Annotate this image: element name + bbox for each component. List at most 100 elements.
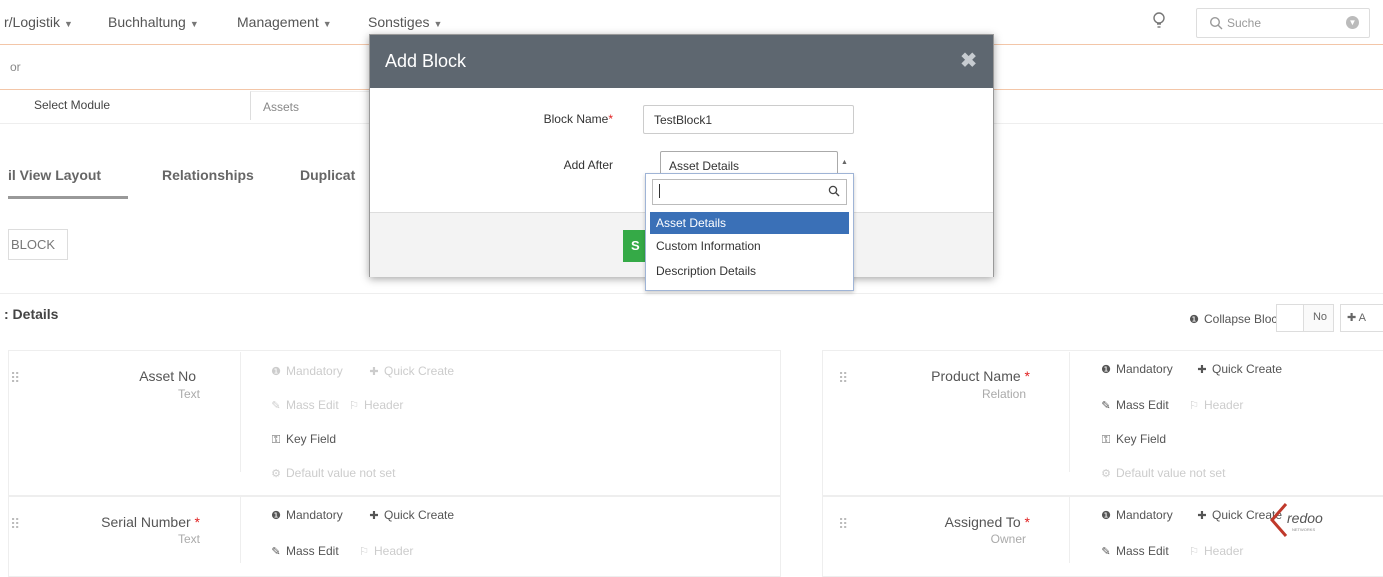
field-type: Text [177,532,200,546]
block-title: : Details [4,306,59,322]
flag-icon: ⚐ [1189,546,1199,558]
close-icon[interactable]: ✖ [960,48,977,73]
dropdown-option-custom-information[interactable]: Custom Information [650,235,849,257]
global-search[interactable]: Suche ▼ [1196,8,1370,38]
edit-icon: ✎ [1101,400,1111,412]
nav-menu-buchhaltung[interactable]: Buchhaltung ▼ [108,14,199,30]
module-select-value: Assets [263,100,300,114]
chevron-down-icon[interactable]: ▼ [1346,16,1359,29]
caret-down-icon: ▼ [433,19,443,29]
divider [240,497,241,563]
header-toggle[interactable]: ⚐ Header [1188,544,1243,558]
info-icon: ❶ [1101,510,1111,522]
divider [1069,352,1070,472]
search-placeholder: Suche [1227,16,1262,30]
header-toggle[interactable]: ⚐ Header [358,544,413,558]
nav-menu-logistik[interactable]: r/Logistik ▼ [4,14,73,30]
caret-down-icon: ▼ [189,19,199,29]
default-value-status[interactable]: ⚙ Default value not set [1100,466,1225,480]
add-block-button[interactable]: BLOCK [8,229,68,260]
flag-icon: ⚐ [1189,400,1199,412]
active-tab-indicator [8,196,128,199]
nav-menu-label: r/Logistik [4,14,61,30]
modal-header: Add Block ✖ [370,35,993,88]
plus-icon: ✚ [369,510,379,522]
caret-up-icon[interactable]: ▲ [841,159,848,166]
settings-icon: ⚙ [1101,468,1111,480]
logo-text: redoo [1287,510,1323,526]
add-field-label: ✚ A [1347,312,1367,324]
logo-subtext: NETWORKS [1292,527,1315,532]
edit-icon: ✎ [1101,546,1111,558]
mass-edit-toggle[interactable]: ✎ Mass Edit [270,544,338,558]
nav-menu-label: Sonstiges [368,14,430,30]
edit-icon: ✎ [271,400,281,412]
lightbulb-icon[interactable] [1152,11,1166,31]
search-icon [828,185,840,197]
flag-icon: ⚐ [349,400,359,412]
drag-handle-icon[interactable]: ⠿ [10,516,20,533]
nav-menu-sonstiges[interactable]: Sonstiges ▼ [368,14,442,30]
quick-create-toggle[interactable]: ✚ Quick Create [1196,362,1282,376]
mandatory-toggle[interactable]: ❶ Mandatory [1100,508,1173,522]
mandatory-toggle[interactable]: ❶ Mandatory [270,508,343,522]
divider [1069,497,1070,563]
default-value-status[interactable]: ⚙ Default value not set [270,466,395,480]
collapse-block-toggle[interactable]: No [1276,304,1334,332]
header-toggle[interactable]: ⚐ Header [1188,398,1243,412]
divider [0,293,1383,294]
breadcrumb: or [10,60,21,74]
info-icon: ❶ [271,510,281,522]
drag-handle-icon[interactable]: ⠿ [10,370,20,387]
collapse-block-label: ❶ Collapse Block [1189,312,1284,326]
info-icon: ❶ [271,366,281,378]
quick-create-toggle[interactable]: ✚ Quick Create [368,364,454,378]
dropdown-option-asset-details[interactable]: Asset Details [650,212,849,234]
mass-edit-toggle[interactable]: ✎ Mass Edit [1100,398,1168,412]
add-block-label: BLOCK [11,237,56,252]
add-after-label: Add After [563,158,613,172]
module-select[interactable]: Assets [250,91,381,120]
add-after-dropdown: Asset Details Custom Information Descrip… [645,173,854,291]
modal-title: Add Block [385,51,467,71]
field-type: Owner [990,532,1026,546]
nav-menu-label: Management [237,14,319,30]
mass-edit-toggle[interactable]: ✎ Mass Edit [270,398,338,412]
dropdown-option-description-details[interactable]: Description Details [650,260,849,282]
mandatory-toggle[interactable]: ❶ Mandatory [1100,362,1173,376]
drag-handle-icon[interactable]: ⠿ [838,370,848,387]
caret-down-icon: ▼ [64,19,73,29]
key-icon: ⚿ [1101,434,1111,446]
tab-duplicate-prevention[interactable]: Duplicat [300,167,355,183]
edit-icon: ✎ [271,546,281,558]
info-icon: ❶ [1189,314,1199,326]
drag-handle-icon[interactable]: ⠿ [838,516,848,533]
dropdown-search-input[interactable] [652,179,847,205]
quick-create-toggle[interactable]: ✚ Quick Create [368,508,454,522]
save-label: S [631,238,640,253]
add-field-button[interactable]: ✚ A [1340,304,1383,332]
block-name-label: Block Name* [543,112,613,126]
field-name: Product Name * [931,368,1030,384]
divider [240,352,241,472]
nav-menu-label: Buchhaltung [108,14,186,30]
header-toggle[interactable]: ⚐ Header [348,398,403,412]
field-name: Asset No [139,368,196,384]
key-icon: ⚿ [271,434,281,446]
field-name: Assigned To * [944,514,1030,530]
toggle-value: No [1312,311,1327,323]
tab-detail-view-layout[interactable]: il View Layout [8,167,101,183]
block-name-value: TestBlock1 [654,113,713,127]
nav-menu-management[interactable]: Management ▼ [237,14,332,30]
block-name-input[interactable]: TestBlock1 [643,105,854,134]
mass-edit-toggle[interactable]: ✎ Mass Edit [1100,544,1168,558]
select-module-label: Select Module [34,98,111,112]
tab-relationships[interactable]: Relationships [162,167,254,183]
mandatory-toggle[interactable]: ❶ Mandatory [270,364,343,378]
text-cursor [659,184,660,198]
field-name: Serial Number * [101,514,200,530]
key-field-toggle[interactable]: ⚿ Key Field [270,432,336,447]
field-type: Text [177,387,200,401]
plus-icon: ✚ [369,366,379,378]
key-field-toggle[interactable]: ⚿ Key Field [1100,432,1166,447]
